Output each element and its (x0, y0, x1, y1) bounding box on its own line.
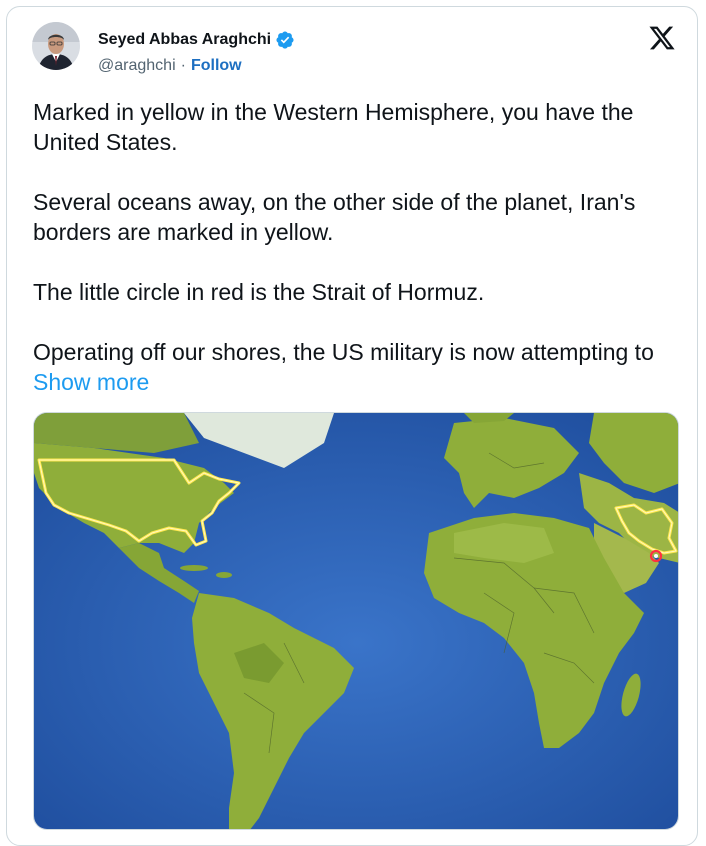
author-name-row: Seyed Abbas Araghchi (98, 30, 295, 50)
author-name[interactable]: Seyed Abbas Araghchi (98, 31, 271, 49)
world-map-image (34, 413, 678, 829)
x-logo-icon[interactable] (648, 24, 676, 52)
tweet-paragraph-last: Operating off our shores, the US militar… (33, 337, 683, 397)
tweet-paragraph-last-text: Operating off our shores, the US militar… (33, 339, 654, 365)
avatar[interactable] (32, 22, 80, 70)
tweet-text: Marked in yellow in the Western Hemisphe… (33, 97, 683, 397)
verified-badge-icon (275, 30, 295, 50)
separator-dot: · (180, 57, 186, 74)
follow-button[interactable]: Follow (191, 57, 242, 75)
author-handle[interactable]: @araghchi (98, 57, 176, 75)
tweet-paragraph: The little circle in red is the Strait o… (33, 279, 485, 305)
author-handle-row: @araghchi · Follow (98, 57, 242, 75)
tweet-media-image[interactable] (33, 412, 679, 830)
show-more-link[interactable]: Show more (33, 369, 149, 395)
tweet-paragraph: Marked in yellow in the Western Hemisphe… (33, 99, 634, 155)
tweet-paragraph: Several oceans away, on the other side o… (33, 189, 636, 245)
